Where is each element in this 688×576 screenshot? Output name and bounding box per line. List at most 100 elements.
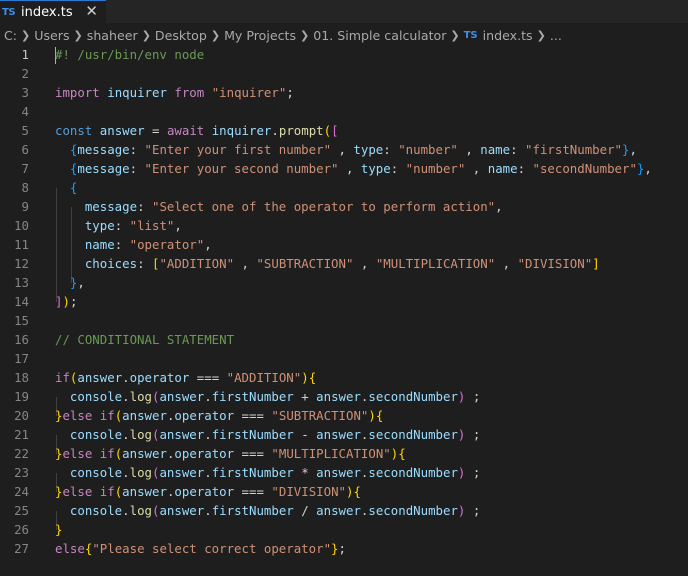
- code-line[interactable]: 26}: [0, 520, 688, 539]
- breadcrumb-project[interactable]: 01. Simple calculator: [313, 28, 446, 43]
- code-line[interactable]: 23 console.log(answer.firstNumber * answ…: [0, 463, 688, 482]
- bracket-token: }: [331, 541, 339, 556]
- identifier-token: console: [69, 427, 123, 442]
- breadcrumb-user[interactable]: shaheer: [87, 28, 138, 43]
- code-line[interactable]: 9 message: "Select one of the operator t…: [0, 197, 688, 216]
- code-line[interactable]: 8 {: [0, 178, 688, 197]
- code-line[interactable]: 7 {message: "Enter your second number" ,…: [0, 159, 688, 178]
- code-line[interactable]: 4: [0, 102, 688, 121]
- breadcrumb-file[interactable]: index.ts: [483, 28, 533, 43]
- identifier-token: inquirer: [211, 123, 272, 138]
- code-text: ;: [465, 389, 481, 404]
- breadcrumb-more[interactable]: ...: [550, 28, 562, 43]
- code-text: ;: [465, 465, 481, 480]
- code-text: .: [122, 370, 130, 385]
- code-line[interactable]: 18 if(answer.operator === "ADDITION"){: [0, 368, 688, 387]
- code-text: ,: [644, 161, 652, 176]
- code-text: ,: [77, 275, 85, 290]
- close-icon[interactable]: ✕: [85, 2, 98, 20]
- line-number: 14: [14, 294, 29, 309]
- code-text: :: [137, 256, 152, 271]
- code-line[interactable]: 19 console.log(answer.firstNumber + answ…: [0, 387, 688, 406]
- code-text: .: [204, 427, 212, 442]
- code-line[interactable]: 6 {message: "Enter your first number" , …: [0, 140, 688, 159]
- code-editor[interactable]: 1 #! /usr/bin/env node 2 3 import inquirer f…: [0, 45, 688, 576]
- code-line[interactable]: 15: [0, 311, 688, 330]
- identifier-token: firstNumber: [211, 503, 294, 518]
- code-line[interactable]: 25 console.log(answer.firstNumber / answ…: [0, 501, 688, 520]
- code-line[interactable]: 22}else if(answer.operator === "MULTIPLI…: [0, 444, 688, 463]
- code-line[interactable]: 10 type: "list",: [0, 216, 688, 235]
- code-text: +: [293, 389, 317, 404]
- code-line[interactable]: 2: [0, 64, 688, 83]
- line-number: 26: [14, 522, 29, 537]
- string-token: "Please select correct operator": [92, 541, 332, 556]
- code-text: ===: [234, 484, 272, 499]
- code-line[interactable]: 16 // CONDITIONAL STATEMENT: [0, 330, 688, 349]
- code-text: :: [114, 237, 130, 252]
- code-line[interactable]: 21 console.log(answer.firstNumber - answ…: [0, 425, 688, 444]
- identifier-token: secondNumber: [368, 503, 458, 518]
- code-line[interactable]: 14]);: [0, 292, 688, 311]
- code-content: choices: ["ADDITION" , "SUBTRACTION" , "…: [55, 254, 600, 273]
- code-content: const answer = await inquirer.prompt([: [55, 121, 339, 140]
- code-content: }: [55, 520, 62, 539]
- code-line[interactable]: 27 else{"Please select correct operator"}…: [0, 539, 688, 558]
- chevron-right-icon: ❯: [73, 28, 83, 42]
- code-text: .: [122, 503, 130, 518]
- code-text: :: [129, 161, 145, 176]
- code-line[interactable]: 11 name: "operator",: [0, 235, 688, 254]
- function-token: log: [129, 389, 152, 404]
- breadcrumb-drive[interactable]: C:: [4, 28, 17, 43]
- identifier-token: message: [84, 199, 138, 214]
- breadcrumb-desktop[interactable]: Desktop: [155, 28, 207, 43]
- code-text: .: [204, 465, 212, 480]
- code-line[interactable]: 5 const answer = await inquirer.prompt([: [0, 121, 688, 140]
- code-text: =: [144, 123, 167, 138]
- string-token: "list": [129, 218, 175, 233]
- code-line[interactable]: 13 },: [0, 273, 688, 292]
- control-keyword-token: else: [62, 408, 93, 423]
- code-text: ,: [629, 142, 637, 157]
- line-number: 9: [21, 199, 29, 214]
- code-line[interactable]: 3 import inquirer from "inquirer";: [0, 83, 688, 102]
- string-token: "number": [405, 161, 466, 176]
- code-text: ,: [465, 161, 488, 176]
- code-content: }else if(answer.operator === "MULTIPLICA…: [55, 444, 406, 463]
- line-number: 24: [14, 484, 29, 499]
- code-line[interactable]: 20}else if(answer.operator === "SUBTRACT…: [0, 406, 688, 425]
- identifier-token: answer: [316, 427, 361, 442]
- identifier-token: type: [84, 218, 115, 233]
- identifier-token: operator: [174, 484, 235, 499]
- identifier-token: answer: [159, 427, 205, 442]
- bracket-token: {: [69, 180, 78, 195]
- line-number: 2: [21, 66, 29, 81]
- function-token: prompt: [278, 123, 324, 138]
- string-token: "MULTIPLICATION": [375, 256, 496, 271]
- code-content: {: [55, 178, 77, 197]
- code-line[interactable]: 24}else if(answer.operator === "DIVISION…: [0, 482, 688, 501]
- breadcrumb-my-projects[interactable]: My Projects: [224, 28, 296, 43]
- code-text: ===: [234, 408, 272, 423]
- code-line[interactable]: 17: [0, 349, 688, 368]
- line-number: 12: [14, 256, 29, 271]
- code-content: console.log(answer.firstNumber - answer.…: [55, 425, 480, 444]
- code-text: .: [204, 503, 212, 518]
- breadcrumb: C: ❯ Users ❯ shaheer ❯ Desktop ❯ My Proj…: [0, 24, 688, 46]
- string-token: "ADDITION": [159, 256, 235, 271]
- code-text: ,: [204, 237, 212, 252]
- identifier-token: name: [84, 237, 115, 252]
- code-text: :: [129, 142, 145, 157]
- tab-index-ts[interactable]: TS index.ts ✕: [0, 0, 106, 23]
- line-number: 6: [21, 142, 29, 157]
- breadcrumb-users[interactable]: Users: [34, 28, 69, 43]
- function-token: log: [129, 503, 152, 518]
- code-line[interactable]: 12 choices: ["ADDITION" , "SUBTRACTION" …: [0, 254, 688, 273]
- code-line[interactable]: 1 #! /usr/bin/env node: [0, 45, 688, 64]
- code-text: *: [293, 465, 317, 480]
